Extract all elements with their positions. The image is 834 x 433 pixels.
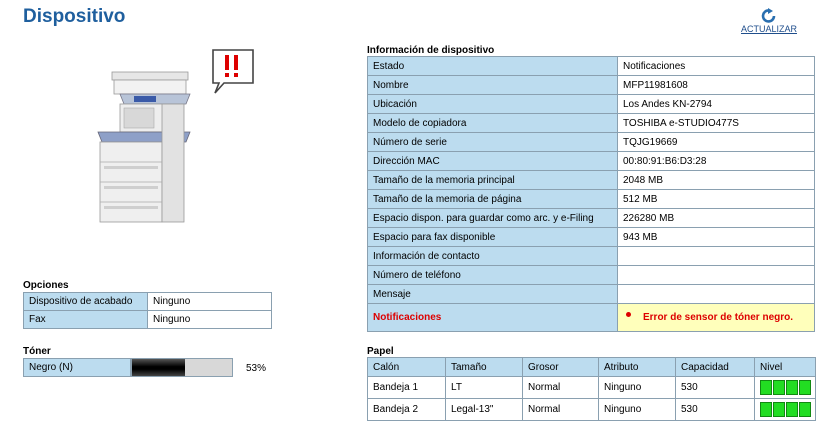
paper-header-cell: Tamaño: [445, 357, 523, 377]
paper-header-cell: Nivel: [754, 357, 816, 377]
info-value: 512 MB: [617, 189, 815, 209]
paper-cell-tray: Bandeja 1: [367, 376, 446, 399]
info-key: Número de teléfono: [367, 265, 618, 285]
info-key: Mensaje: [367, 284, 618, 304]
info-key: Espacio dispon. para guardar como arc. y…: [367, 208, 618, 228]
paper-cell-attribute: Ninguno: [598, 376, 676, 399]
paper-level-indicator: [760, 402, 811, 417]
paper-level-bar: [799, 402, 811, 417]
info-value: 2048 MB: [617, 170, 815, 190]
toner-level-fill: [132, 359, 185, 376]
paper-cell-thickness: Normal: [522, 376, 599, 399]
device-info-table: Estado Notificaciones Nombre MFP11981608 Ubi…: [367, 56, 815, 332]
info-row: Espacio dispon. para guardar como arc. y…: [367, 208, 815, 228]
info-row: Nombre MFP11981608: [367, 75, 815, 95]
paper-level-bar: [773, 380, 785, 395]
paper-cell-size: LT: [445, 376, 523, 399]
paper-cell-capacity: 530: [675, 376, 755, 399]
device-info-label: Información de dispositivo: [367, 45, 495, 56]
paper-header-row: Calón Tamaño Grosor Atributo Capacidad Nivel: [367, 357, 816, 377]
info-value: TQJG19669: [617, 132, 815, 152]
notification-key: Notificaciones: [373, 312, 442, 323]
info-row: Dirección MAC 00:80:91:B6:D3:28: [367, 151, 815, 171]
paper-level-cell: [754, 398, 816, 421]
info-key: Tamaño de la memoria de página: [367, 189, 618, 209]
info-row: Número de serie TQJG19669: [367, 132, 815, 152]
info-row: Estado Notificaciones: [367, 56, 815, 76]
notification-message: Error de sensor de tóner negro.: [643, 312, 794, 323]
info-value: [617, 246, 815, 266]
paper-level-bar: [773, 402, 785, 417]
info-row: Tamaño de la memoria principal 2048 MB: [367, 170, 815, 190]
info-key: Nombre: [367, 75, 618, 95]
refresh-link[interactable]: ACTUALIZAR: [738, 8, 800, 34]
alert-bubble-icon: [212, 49, 254, 94]
info-value: [617, 284, 815, 304]
info-value: Los Andes KN-2794: [617, 94, 815, 114]
printer-image: [97, 71, 191, 223]
options-table: Dispositivo de acabado Ninguno Fax Ninguno: [23, 292, 272, 329]
page-title: Dispositivo: [23, 6, 126, 27]
info-key: Dirección MAC: [367, 151, 618, 171]
toner-level-bar: [131, 358, 233, 377]
info-key: Espacio para fax disponible: [367, 227, 618, 247]
paper-level-bar: [786, 402, 798, 417]
options-label: Opciones: [23, 280, 69, 291]
info-value: 00:80:91:B6:D3:28: [617, 151, 815, 171]
info-value: [617, 265, 815, 285]
paper-level-indicator: [760, 380, 811, 395]
toner-label: Tóner: [23, 346, 51, 357]
paper-header-cell: Calón: [367, 357, 446, 377]
info-row: Ubicación Los Andes KN-2794: [367, 94, 815, 114]
info-key: Información de contacto: [367, 246, 618, 266]
paper-label: Papel: [367, 346, 394, 357]
paper-cell-capacity: 530: [675, 398, 755, 421]
option-value: Ninguno: [147, 292, 272, 311]
paper-header-cell: Capacidad: [675, 357, 755, 377]
paper-level-bar: [786, 380, 798, 395]
option-value: Ninguno: [147, 310, 272, 329]
info-row: Mensaje: [367, 284, 815, 304]
paper-cell-thickness: Normal: [522, 398, 599, 421]
info-key: Modelo de copiadora: [367, 113, 618, 133]
info-value: TOSHIBA e-STUDIO477S: [617, 113, 815, 133]
info-value: 226280 MB: [617, 208, 815, 228]
info-value: Notificaciones: [617, 56, 815, 76]
paper-level-bar: [760, 402, 772, 417]
refresh-icon[interactable]: [760, 8, 778, 24]
info-row: Tamaño de la memoria de página 512 MB: [367, 189, 815, 209]
option-row: Fax Ninguno: [23, 310, 272, 329]
paper-cell-attribute: Ninguno: [598, 398, 676, 421]
paper-level-cell: [754, 376, 816, 399]
info-row: Espacio para fax disponible 943 MB: [367, 227, 815, 247]
paper-header-cell: Grosor: [522, 357, 599, 377]
paper-table: Calón Tamaño Grosor Atributo Capacidad Nivel B…: [367, 357, 816, 421]
paper-cell-size: Legal-13": [445, 398, 523, 421]
info-row: Información de contacto: [367, 246, 815, 266]
paper-row: Bandeja 1 LT Normal Ninguno 530: [367, 376, 816, 399]
bullet-icon: [626, 311, 631, 317]
info-row: Número de teléfono: [367, 265, 815, 285]
notification-value-cell: Error de sensor de tóner negro.: [617, 303, 815, 332]
info-key: Número de serie: [367, 132, 618, 152]
notification-row: Notificaciones Error de sensor de tóner n…: [367, 303, 815, 332]
toner-percent: 53%: [246, 363, 267, 374]
paper-row: Bandeja 2 Legal-13" Normal Ninguno 530: [367, 398, 816, 421]
option-row: Dispositivo de acabado Ninguno: [23, 292, 272, 311]
paper-level-bar: [799, 380, 811, 395]
notification-key-cell: Notificaciones: [367, 303, 618, 332]
toner-name: Negro (N): [23, 358, 131, 377]
refresh-label[interactable]: ACTUALIZAR: [738, 24, 800, 34]
option-key: Fax: [23, 310, 148, 329]
info-value: 943 MB: [617, 227, 815, 247]
info-key: Ubicación: [367, 94, 618, 114]
paper-level-bar: [760, 380, 772, 395]
paper-cell-tray: Bandeja 2: [367, 398, 446, 421]
info-key: Estado: [367, 56, 618, 76]
info-row: Modelo de copiadora TOSHIBA e-STUDIO477S: [367, 113, 815, 133]
paper-header-cell: Atributo: [598, 357, 676, 377]
option-key: Dispositivo de acabado: [23, 292, 148, 311]
info-value: MFP11981608: [617, 75, 815, 95]
info-key: Tamaño de la memoria principal: [367, 170, 618, 190]
